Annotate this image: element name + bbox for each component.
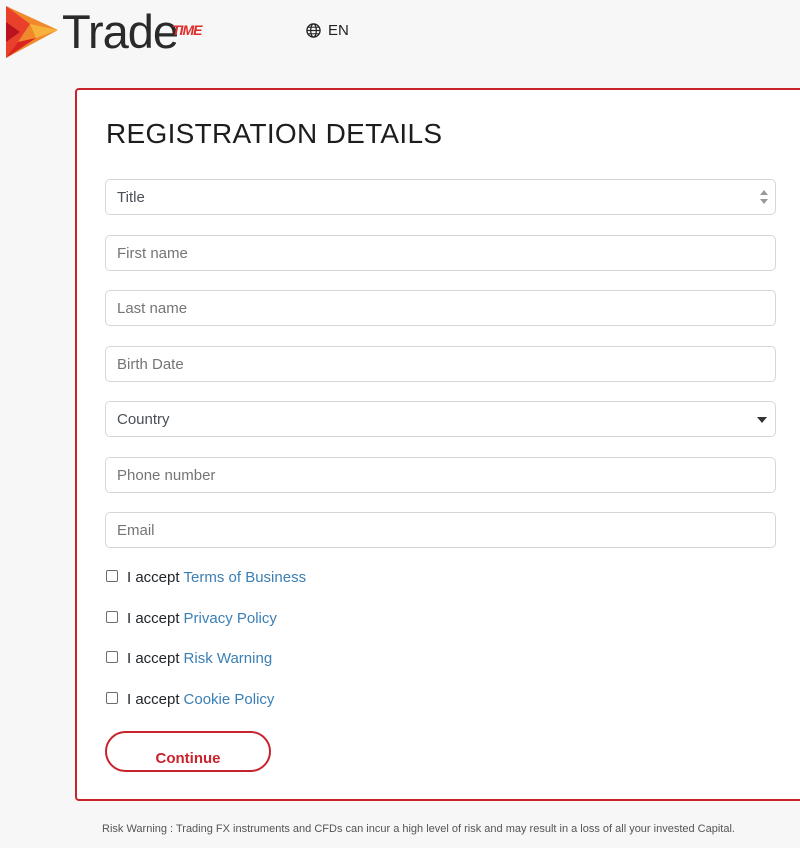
- header: Trade TIME EN: [0, 0, 800, 62]
- logo[interactable]: Trade TIME: [0, 2, 210, 62]
- logo-play-icon: [6, 6, 58, 58]
- registration-card: REGISTRATION DETAILS Title Country I acc…: [75, 88, 800, 801]
- risk-warning-footer: Risk Warning : Trading FX instruments an…: [102, 823, 735, 835]
- logo-text: Trade: [62, 5, 179, 58]
- agreement-row-risk: I accept Risk Warning: [106, 650, 272, 667]
- agreement-row-cookie: I accept Cookie Policy: [106, 691, 274, 708]
- terms-checkbox[interactable]: [106, 570, 118, 582]
- logo-superscript: TIME: [172, 22, 202, 38]
- language-selector[interactable]: EN: [306, 22, 349, 39]
- risk-warning-link[interactable]: Risk Warning: [184, 650, 273, 667]
- language-label: EN: [328, 22, 349, 39]
- email-input[interactable]: [105, 512, 776, 548]
- phone-input[interactable]: [105, 457, 776, 493]
- globe-icon: [306, 23, 321, 38]
- risk-warning-checkbox[interactable]: [106, 651, 118, 663]
- continue-button[interactable]: Continue: [105, 731, 271, 772]
- first-name-input[interactable]: [105, 235, 776, 271]
- agreement-prefix: I accept: [127, 650, 180, 667]
- terms-of-business-link[interactable]: Terms of Business: [184, 569, 307, 586]
- agreement-row-terms: I accept Terms of Business: [106, 569, 306, 586]
- country-select[interactable]: Country: [105, 401, 776, 437]
- chevron-down-icon: [757, 417, 767, 423]
- cookie-policy-link[interactable]: Cookie Policy: [184, 691, 275, 708]
- agreement-prefix: I accept: [127, 569, 180, 586]
- privacy-checkbox[interactable]: [106, 611, 118, 623]
- title-select-value: Title: [117, 188, 145, 206]
- title-select[interactable]: Title: [105, 179, 776, 215]
- country-select-value: Country: [117, 410, 170, 428]
- agreement-prefix: I accept: [127, 691, 180, 708]
- privacy-policy-link[interactable]: Privacy Policy: [184, 610, 277, 627]
- last-name-input[interactable]: [105, 290, 776, 326]
- page-title: REGISTRATION DETAILS: [106, 118, 443, 149]
- updown-arrows-icon: [760, 190, 768, 204]
- cookie-checkbox[interactable]: [106, 692, 118, 704]
- agreement-prefix: I accept: [127, 610, 180, 627]
- birth-date-input[interactable]: [105, 346, 776, 382]
- agreement-row-privacy: I accept Privacy Policy: [106, 610, 277, 627]
